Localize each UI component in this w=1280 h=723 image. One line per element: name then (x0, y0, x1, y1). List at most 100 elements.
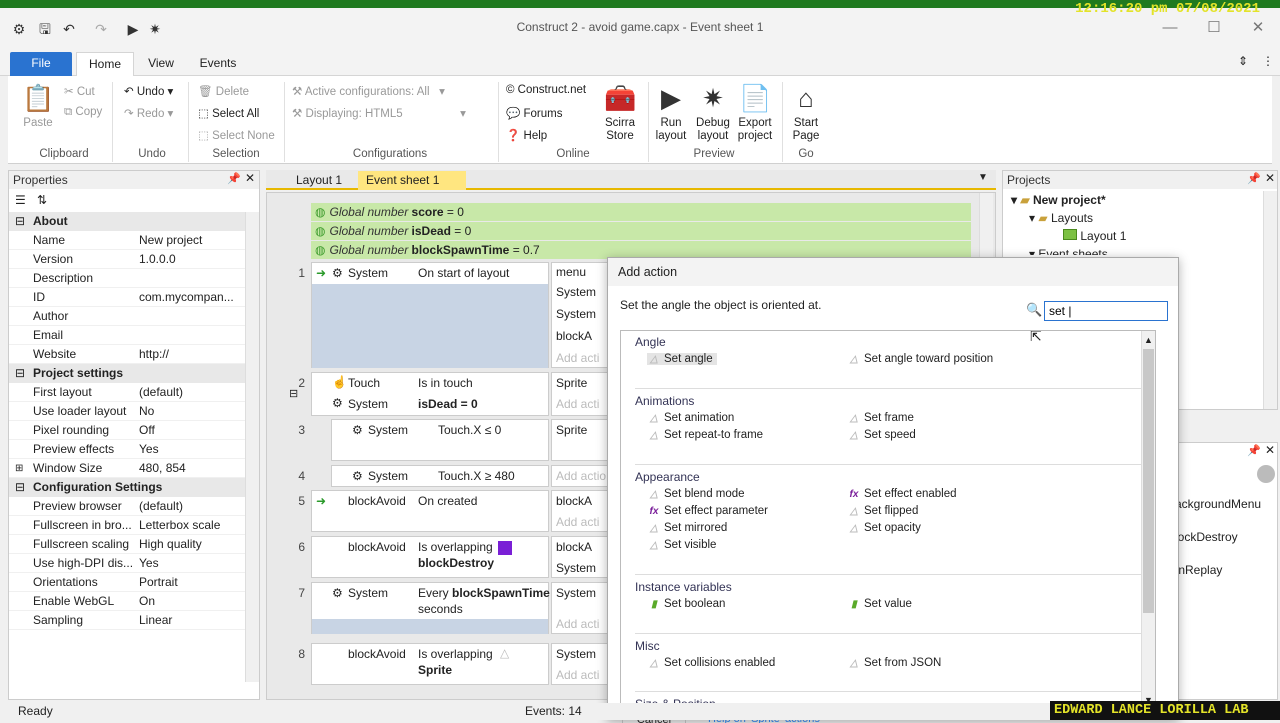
collapse-event-icon[interactable]: ⊟ (289, 387, 298, 400)
property-value[interactable]: com.mycompan... (139, 288, 249, 307)
action-item[interactable]: △ Set repeat-to frame (647, 429, 763, 441)
object-add-icon[interactable] (1257, 465, 1275, 483)
action-object[interactable]: Sprite (556, 376, 587, 390)
displaying-dropdown[interactable]: ⚒ Displaying: HTML5 ▾ (292, 106, 466, 120)
property-row[interactable]: Description (9, 269, 249, 288)
copy-button[interactable]: ⧉ Copy (64, 106, 102, 119)
scroll-thumb[interactable] (1143, 349, 1154, 613)
export-project-button[interactable]: 📄 Export project (734, 82, 776, 143)
active-configurations-dropdown[interactable]: ⚒ Active configurations: All ▾ (292, 84, 445, 98)
tab-file[interactable]: File (10, 52, 72, 76)
action-item[interactable]: △ Set speed (847, 429, 916, 441)
object-item[interactable]: lockDestroy (1175, 530, 1238, 544)
collapse-icon[interactable]: ⊟ (15, 478, 25, 497)
eventsheets-folder[interactable]: ▾ Event sheets (1029, 247, 1108, 255)
action-item[interactable]: △ Set angle toward position (847, 353, 993, 365)
projects-scrollbar[interactable] (1263, 191, 1277, 409)
forums-link[interactable]: 💬 Forums (506, 106, 563, 120)
action-object[interactable]: blockA (556, 494, 592, 508)
tab-event-sheet-1[interactable]: Event sheet 1 ✕ (358, 171, 466, 206)
save-icon[interactable]: 🖫 (36, 20, 54, 38)
pin-icon[interactable]: 📌 (227, 172, 241, 185)
event-conditions[interactable]: ➜ blockAvoid On created (311, 490, 549, 532)
property-row[interactable]: Orientations Portrait (9, 573, 249, 592)
event-conditions[interactable]: ⚙ System Touch.X ≥ 480 (331, 465, 549, 487)
property-row[interactable]: Enable WebGL On (9, 592, 249, 611)
property-category[interactable]: ⊟ Configuration Settings (9, 478, 249, 497)
property-row[interactable]: Pixel rounding Off (9, 421, 249, 440)
tab-list-icon[interactable]: ▼ (978, 172, 988, 183)
property-row[interactable]: ⊞ Window Size 480, 854 (9, 459, 249, 478)
undo-button[interactable]: ↶ Undo ▾ (124, 84, 173, 98)
collapse-icon[interactable]: ⊟ (15, 364, 25, 383)
action-object[interactable]: blockA (556, 540, 592, 554)
property-row[interactable]: Name New project (9, 231, 249, 250)
property-row[interactable]: Author (9, 307, 249, 326)
tab-events[interactable]: Events (192, 52, 244, 76)
add-action-link[interactable]: Add acti (556, 668, 599, 682)
event-conditions[interactable]: blockAvoid Is overlapping △ Sprite (311, 643, 549, 685)
action-item[interactable]: △ Set collisions enabled (647, 657, 775, 669)
tab-home[interactable]: Home (76, 52, 134, 77)
action-item[interactable]: △ Set flipped (847, 505, 918, 517)
add-action-link[interactable]: Add actio (556, 469, 606, 483)
property-row[interactable]: Fullscreen scaling High quality (9, 535, 249, 554)
property-category[interactable]: ⊟ About (9, 212, 249, 231)
panel-close-icon[interactable]: ✕ (1265, 443, 1275, 457)
action-item[interactable]: fx Set effect parameter (647, 505, 768, 517)
property-value[interactable]: New project (139, 231, 249, 250)
property-value[interactable]: Linear (139, 611, 249, 630)
action-item[interactable]: △ Set frame (847, 412, 914, 424)
property-value[interactable]: http:// (139, 345, 249, 364)
project-root[interactable]: ▾ ▰ New project* (1011, 193, 1106, 207)
event-conditions[interactable]: ⚙ System Touch.X ≤ 0 (331, 419, 549, 461)
action-item[interactable]: ▮ Set value (847, 598, 912, 610)
property-value[interactable]: Letterbox scale (139, 516, 249, 535)
select-none-button[interactable]: ⬚ Select None (198, 128, 275, 142)
ribbon-menu-icon[interactable]: ⋮ (1262, 54, 1274, 68)
action-object[interactable]: blockA (556, 329, 592, 343)
property-row[interactable]: Preview effects Yes (9, 440, 249, 459)
minimize-button[interactable]: — (1150, 16, 1190, 40)
event-conditions[interactable]: blockAvoid Is overlapping blockDestroy (311, 536, 549, 578)
add-action-link[interactable]: Add acti (556, 617, 599, 631)
property-value[interactable]: Yes (139, 440, 249, 459)
redo-icon[interactable]: ↷ (92, 20, 110, 38)
add-action-link[interactable]: Add acti (556, 351, 599, 365)
action-object[interactable]: System (556, 647, 596, 661)
pin-icon[interactable]: 📌 (1247, 444, 1261, 457)
event-conditions[interactable]: ➜ ⚙ System On start of layout (311, 262, 549, 368)
layouts-folder[interactable]: ▾ ▰ Layouts (1029, 211, 1093, 225)
action-item[interactable]: fx Set effect enabled (847, 488, 957, 500)
action-item[interactable]: ▮ Set boolean (647, 598, 725, 610)
ribbon-collapse-icon[interactable]: ⇕ (1238, 54, 1248, 68)
object-item[interactable]: ackgroundMenu (1175, 497, 1261, 511)
action-object[interactable]: System (556, 561, 596, 575)
action-item[interactable]: △ Set mirrored (647, 522, 727, 534)
property-category[interactable]: ⊟ Project settings (9, 364, 249, 383)
property-value[interactable]: High quality (139, 535, 249, 554)
layout-1-item[interactable]: Layout 1 (1063, 229, 1126, 243)
sort-az-icon[interactable]: ⇅ (37, 193, 47, 207)
run-layout-button[interactable]: ▶ Run layout (652, 82, 690, 143)
action-item[interactable]: △ Set opacity (847, 522, 921, 534)
close-button[interactable]: ✕ (1238, 16, 1278, 40)
property-row[interactable]: Preview browser (default) (9, 497, 249, 516)
property-value[interactable]: Portrait (139, 573, 249, 592)
add-action-link[interactable]: Add acti (556, 397, 599, 411)
event-conditions[interactable]: ⚙ System Every blockSpawnTime seconds (311, 582, 550, 634)
add-action-link[interactable]: Add acti (556, 515, 599, 529)
debug-layout-button[interactable]: ✷ Debug layout (694, 82, 732, 143)
action-object[interactable]: System (556, 285, 596, 299)
action-item[interactable]: △ Set angle (647, 353, 717, 365)
event-conditions[interactable]: ☝ Touch Is in touch ⚙ System isDead = 0 (311, 372, 549, 416)
property-value[interactable]: 1.0.0.0 (139, 250, 249, 269)
property-row[interactable]: Version 1.0.0.0 (9, 250, 249, 269)
help-link[interactable]: ❓ Help (506, 128, 547, 142)
action-object[interactable]: System (556, 307, 596, 321)
expand-icon[interactable]: ⊞ (15, 459, 23, 478)
property-value[interactable]: Off (139, 421, 249, 440)
cut-button[interactable]: ✂ Cut (64, 84, 95, 98)
property-row[interactable]: Use high-DPI dis... Yes (9, 554, 249, 573)
tab-view[interactable]: View (140, 52, 182, 76)
